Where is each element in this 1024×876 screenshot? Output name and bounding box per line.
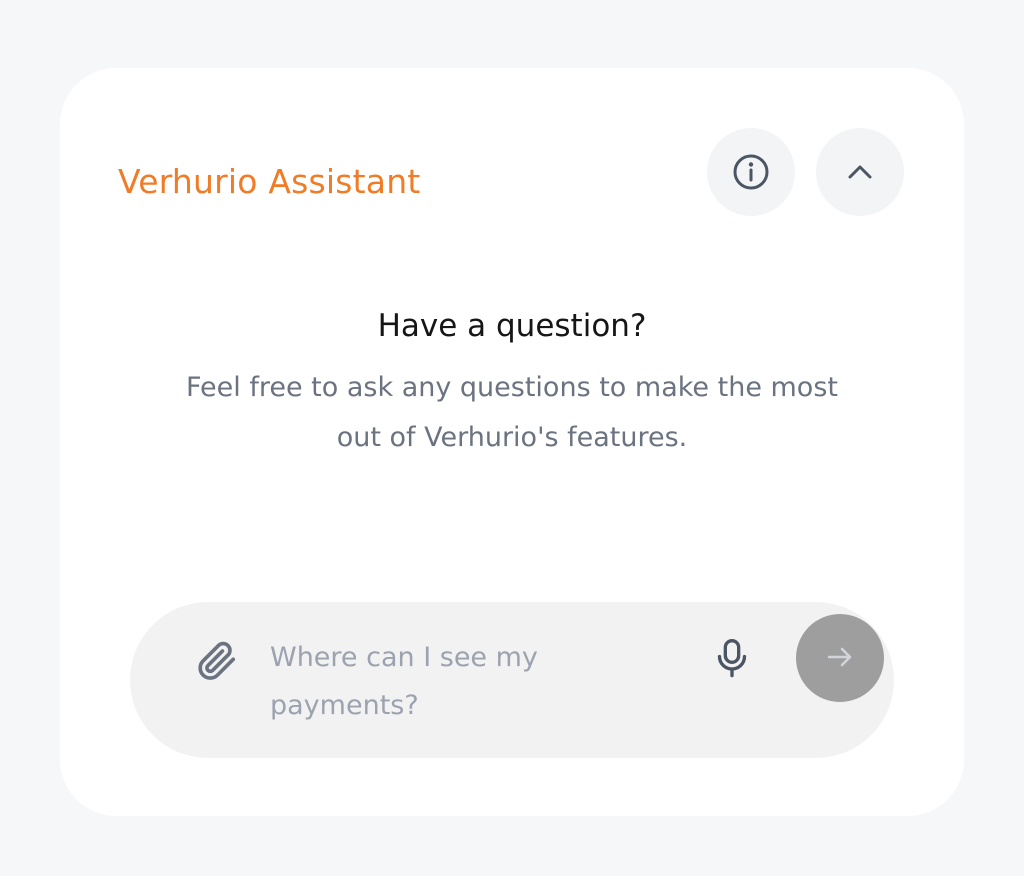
attach-button[interactable]	[192, 638, 240, 686]
message-input[interactable]	[270, 634, 690, 734]
info-button[interactable]	[707, 128, 795, 216]
info-circle-icon	[729, 150, 773, 194]
send-button[interactable]	[796, 614, 884, 702]
arrow-right-icon	[822, 639, 858, 678]
collapse-button[interactable]	[816, 128, 904, 216]
microphone-icon	[712, 637, 752, 684]
assistant-title: Verhurio Assistant	[118, 162, 421, 201]
empty-state-heading: Have a question?	[377, 308, 647, 344]
empty-state-description: Feel free to ask any questions to make t…	[186, 372, 838, 453]
microphone-button[interactable]	[708, 636, 756, 684]
assistant-panel: Verhurio Assistant Have a question? Feel…	[60, 68, 964, 816]
message-composer	[130, 602, 894, 758]
paperclip-icon	[194, 639, 238, 686]
chevron-up-icon	[838, 150, 882, 194]
